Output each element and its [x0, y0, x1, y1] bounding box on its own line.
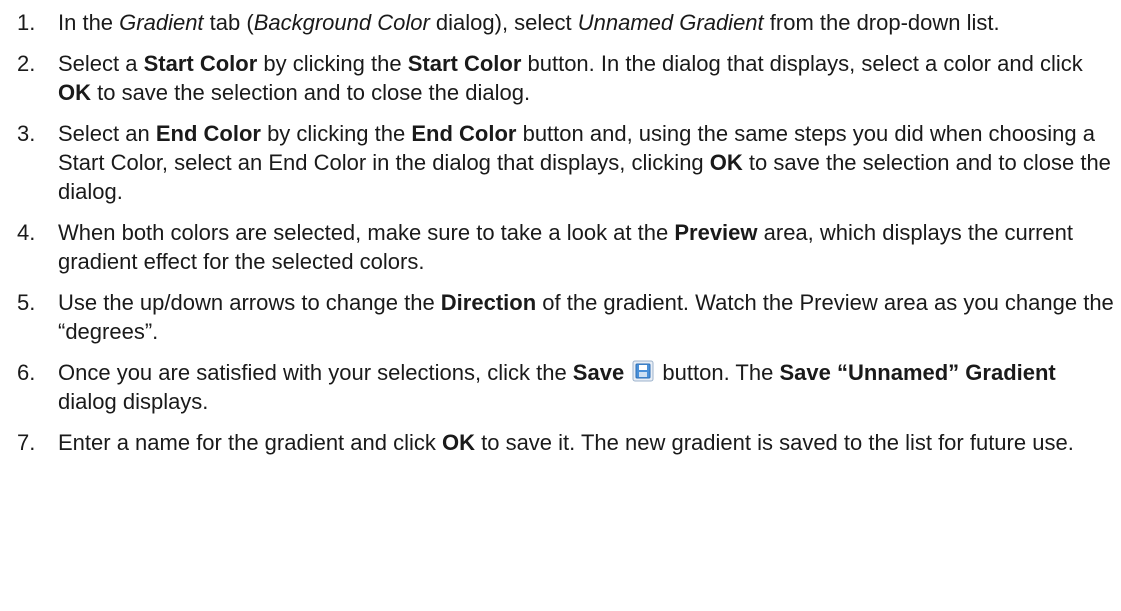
- list-item: 1. In the Gradient tab (Background Color …: [0, 8, 1121, 37]
- bold-term: OK: [442, 430, 475, 455]
- step-text: Select a: [58, 51, 144, 76]
- step-text: dialog displays.: [58, 389, 209, 414]
- step-number: 1.: [17, 10, 36, 35]
- italic-term: Unnamed Gradient: [577, 10, 764, 35]
- italic-term: Background Color: [253, 10, 430, 35]
- step-text: Select an: [58, 121, 156, 146]
- save-icon: [632, 360, 654, 382]
- list-item: 5. Use the up/down arrows to change the D…: [0, 288, 1121, 346]
- step-number: 3.: [17, 121, 36, 146]
- step-text: tab (: [203, 10, 254, 35]
- step-text: from the drop-down list.: [763, 10, 1000, 35]
- list-item: 2. Select a Start Color by clicking the S…: [0, 49, 1121, 107]
- step-text: to save it. The new gradient is saved to…: [475, 430, 1074, 455]
- bold-term: Preview: [674, 220, 758, 245]
- step-text: to save the selection and to close the d…: [91, 80, 531, 105]
- bold-term: Start Color: [407, 51, 522, 76]
- list-item: 3. Select an End Color by clicking the En…: [0, 119, 1121, 206]
- italic-term: Gradient: [119, 10, 204, 35]
- step-number: 7.: [17, 430, 36, 455]
- bold-term: Save: [572, 360, 625, 385]
- list-item: 6. Once you are satisfied with your selec…: [0, 358, 1121, 416]
- step-text: Once you are satisfied with your selecti…: [58, 360, 573, 385]
- step-text: button. In the dialog that displays, sel…: [521, 51, 1083, 76]
- step-number: 5.: [17, 290, 36, 315]
- step-text: button. The: [656, 360, 780, 385]
- bold-term: Direction: [440, 290, 537, 315]
- step-text: When both colors are selected, make sure…: [58, 220, 675, 245]
- step-text: Enter a name for the gradient and click: [58, 430, 442, 455]
- step-text: dialog), select: [429, 10, 578, 35]
- bold-term: Save “Unnamed” Gradient: [779, 360, 1056, 385]
- bold-term: OK: [58, 80, 91, 105]
- step-text: by clicking the: [257, 51, 408, 76]
- step-text: by clicking the: [260, 121, 412, 146]
- bold-term: Start Color: [143, 51, 258, 76]
- step-number: 4.: [17, 220, 36, 245]
- step-text: Use the up/down arrows to change the: [58, 290, 441, 315]
- bold-term: OK: [709, 150, 743, 175]
- step-number: 6.: [17, 360, 36, 385]
- list-item: 4. When both colors are selected, make su…: [0, 218, 1121, 276]
- list-item: 7. Enter a name for the gradient and clic…: [0, 428, 1121, 457]
- step-number: 2.: [17, 51, 36, 76]
- step-text: In the: [58, 10, 120, 35]
- bold-term: End Color: [155, 121, 261, 146]
- instruction-list: 1. In the Gradient tab (Background Color …: [0, 0, 1121, 457]
- bold-term: End Color: [411, 121, 517, 146]
